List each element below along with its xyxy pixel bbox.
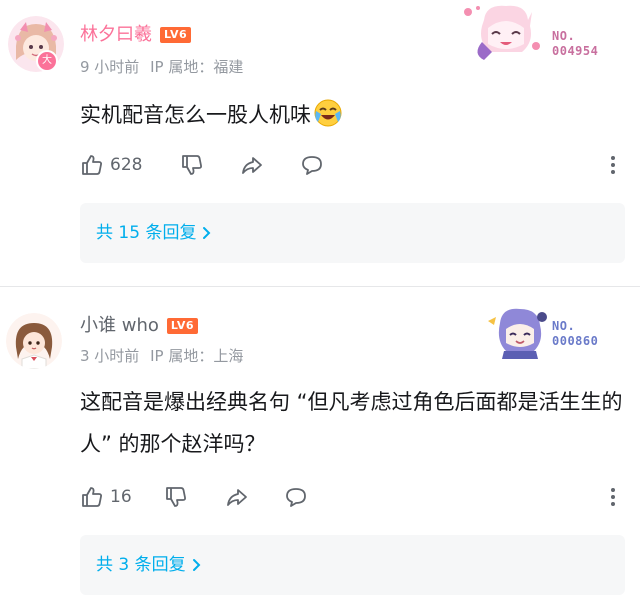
reply-summary-box[interactable]: 共 15 条回复 [80,203,625,263]
reply-count-label: 共 15 条回复 [96,223,197,243]
dislike-button[interactable] [180,153,204,177]
view-replies-link[interactable]: 共 3 条回复 [96,553,202,577]
comment-item: 大 林夕曰羲 LV6 NO. 004954 9 小时前 IP 属地：福建 实机配… [0,0,640,286]
share-icon [242,157,262,174]
comment-bubble-icon [286,488,306,507]
more-button[interactable] [608,485,618,509]
more-vertical-icon [611,488,615,506]
avatar[interactable] [6,313,62,369]
fan-badge[interactable]: NO. 004954 [462,2,612,62]
username[interactable]: 小谁 who [80,313,159,339]
comment-text: 实机配音怎么一股人机味 [80,94,625,136]
view-replies-link[interactable]: 共 15 条回复 [96,221,212,245]
reply-count-label: 共 3 条回复 [96,555,186,575]
like-count: 628 [110,155,143,175]
comment-text: 这配音是爆出经典名句 “但凡考虑过角色后面都是活生生的人” 的那个赵洋吗？ [80,390,623,456]
fan-badge-character-icon [488,308,547,359]
fan-badge[interactable]: NO. 000860 [484,303,614,363]
share-button[interactable] [225,485,249,509]
thumbs-down-icon [182,155,202,175]
comment-bubble-icon [302,156,322,175]
ip-location: IP 属地：上海 [150,347,244,365]
more-vertical-icon [611,156,615,174]
share-icon [227,489,247,506]
comment-meta: 9 小时前 IP 属地：福建 [80,57,249,77]
dislike-button[interactable] [164,485,188,509]
name-row: 林夕曰羲 LV6 [80,22,192,48]
fan-badge-number: NO. 000860 [552,319,599,348]
like-count: 16 [110,487,132,507]
comment-meta: 3 小时前 IP 属地：上海 [80,346,249,366]
level-tag: LV6 [166,318,199,334]
chevron-right-icon [192,559,201,571]
more-button[interactable] [608,153,618,177]
like-button[interactable]: 628 [80,153,142,177]
share-button[interactable] [240,153,264,177]
comment-actions: 628 [80,153,625,179]
laughing-crying-emoji-icon [314,99,342,127]
level-tag: LV6 [160,27,192,43]
avatar-level-badge: 大 [36,50,58,72]
fan-badge-number: NO. 004954 [552,29,599,58]
comment-item: 小谁 who LV6 NO. 000860 3 小时前 IP 属地：上海 这配音… [0,287,640,606]
ip-location: IP 属地：福建 [150,58,244,76]
thumbs-up-icon [82,155,102,175]
comment-time: 9 小时前 [80,58,140,76]
reply-summary-box[interactable]: 共 3 条回复 [80,535,625,595]
like-button[interactable]: 16 [80,485,132,509]
thumbs-up-icon [82,487,102,507]
fan-badge-character-icon [464,5,540,60]
comment-time: 3 小时前 [80,347,140,365]
comment-actions: 16 [80,485,625,511]
chevron-right-icon [203,227,211,239]
thumbs-down-icon [166,487,186,507]
reply-button[interactable] [284,485,308,509]
name-row: 小谁 who LV6 [80,313,199,339]
username[interactable]: 林夕曰羲 [80,22,152,48]
reply-button[interactable] [300,153,324,177]
